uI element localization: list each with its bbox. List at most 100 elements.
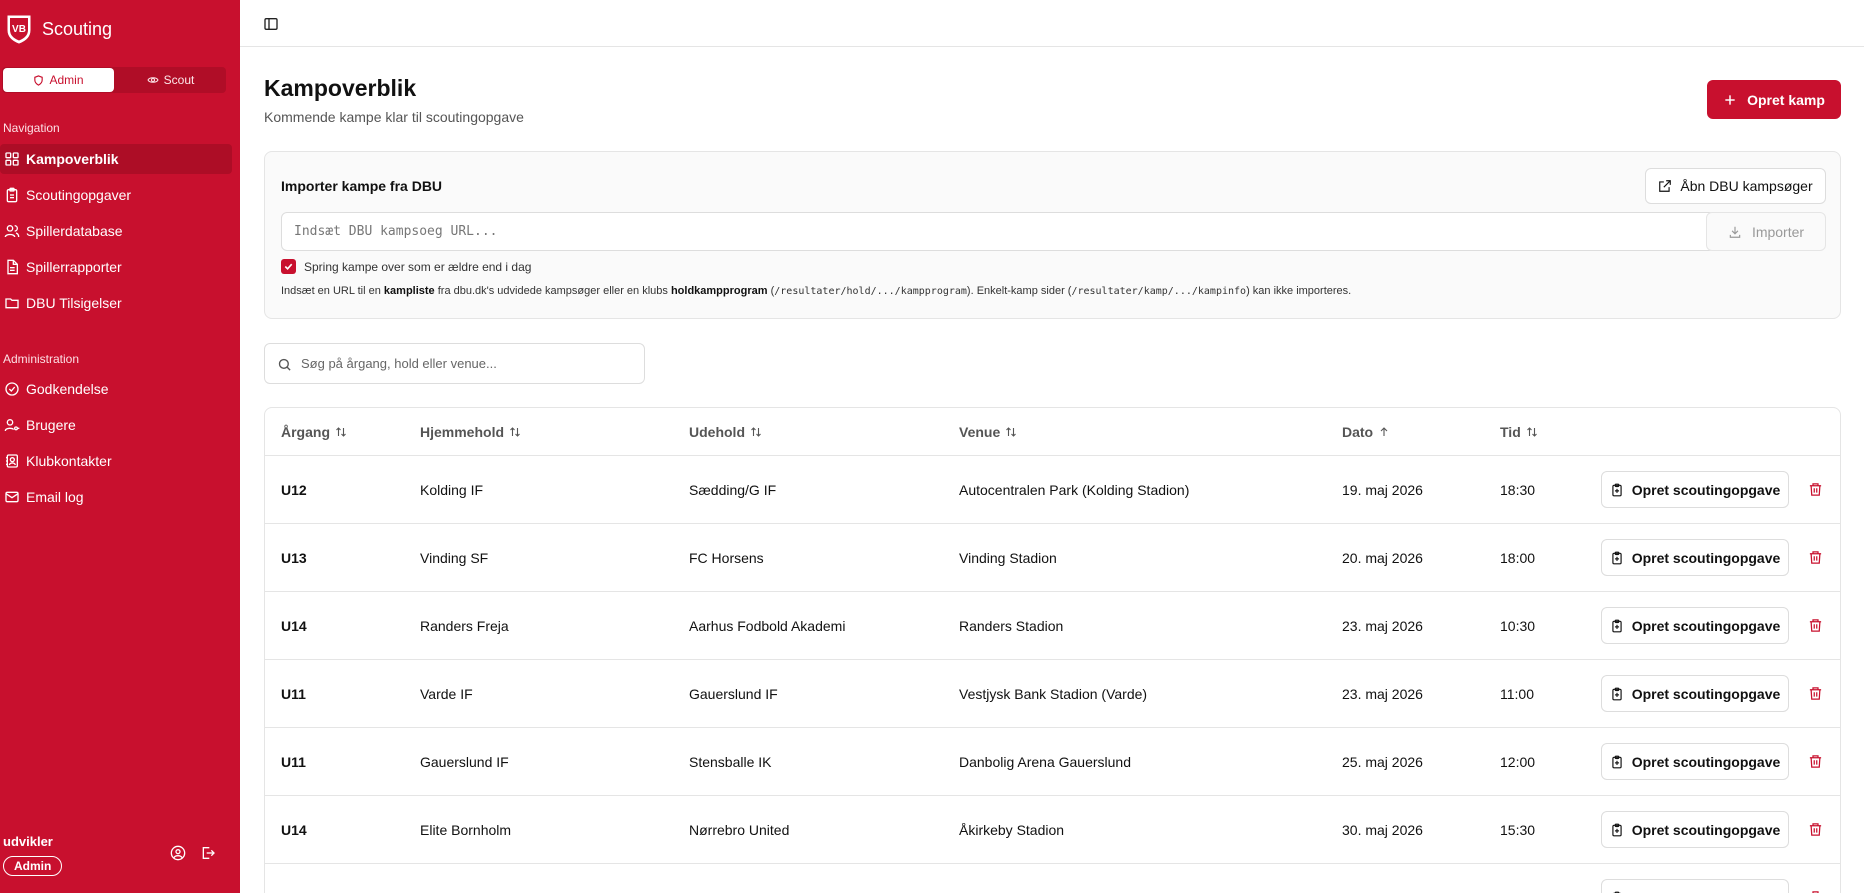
sidebar-item-dbu-tilsigelser[interactable]: DBU Tilsigelser [0, 288, 232, 318]
column-header-hjemmehold[interactable]: Hjemmehold [420, 408, 521, 455]
grid-icon [5, 152, 19, 166]
users-icon [4, 225, 20, 238]
column-header-dato[interactable]: Dato [1342, 408, 1390, 455]
create-scouting-task-button[interactable]: Opret scoutingopgave [1601, 879, 1789, 893]
help-text-part: ) kan ikke importeres. [1246, 285, 1352, 297]
table-row: U14 Randers Freja Aarhus Fodbold Akademi… [265, 591, 1840, 659]
clipboard-plus-icon [1612, 619, 1622, 632]
cell-hjemmehold: Kolding IF [420, 482, 484, 498]
column-header-label: Udehold [689, 423, 745, 440]
role-scout-label: Scout [163, 73, 195, 87]
import-button[interactable]: Importer [1706, 212, 1826, 251]
download-icon [1729, 226, 1741, 238]
skip-old-checkbox[interactable] [281, 259, 296, 274]
admin-section-label: Administration [3, 352, 80, 366]
column-header-argang[interactable]: Årgang [281, 408, 347, 455]
column-header-venue[interactable]: Venue [959, 408, 1017, 455]
help-text-code-kamp: /resultater/kamp/.../kampinfo [1071, 286, 1247, 297]
trash-icon[interactable] [1808, 822, 1823, 837]
column-header-tid[interactable]: Tid [1500, 408, 1538, 455]
cell-dato: 19. maj 2026 [1342, 482, 1423, 498]
cell-udehold: Sædding/G IF [689, 482, 777, 498]
checkmark-icon [284, 263, 293, 270]
user-name: udvikler [3, 834, 53, 849]
sort-icon [751, 426, 761, 437]
help-text-part: ). Enkelt-kamp sider ( [966, 285, 1072, 297]
cell-udehold: Stensballe IK [689, 754, 772, 770]
help-text-part: fra dbu.dk's udvidede kampsøger eller en… [434, 285, 671, 297]
cell-udehold: Nørrebro United [689, 822, 790, 838]
trash-icon[interactable] [1808, 686, 1823, 701]
mail-icon [5, 491, 19, 503]
create-scouting-task-button[interactable]: Opret scoutingopgave [1601, 675, 1789, 712]
sidebar-item-email-log[interactable]: Email log [0, 482, 232, 512]
dbu-url-input[interactable] [281, 212, 1715, 251]
open-dbu-label: Åbn DBU kampsøger [1680, 178, 1813, 194]
sidebar-item-kampoverblik[interactable]: Kampoverblik [0, 144, 232, 174]
table-row: U11 Gauerslund IF Stensballe IK Danbolig… [265, 727, 1840, 795]
sidebar-item-label: Spillerrapporter [26, 259, 122, 275]
create-scouting-task-label: Opret scoutingopgave [1631, 821, 1781, 838]
cell-udehold: Gauerslund IF [689, 686, 778, 702]
trash-icon[interactable] [1808, 618, 1823, 633]
clipboard-plus-icon [1612, 823, 1622, 836]
profile-icon[interactable] [170, 845, 186, 861]
cell-tid: 10:30 [1500, 618, 1536, 634]
role-scout-button[interactable]: Scout [115, 67, 226, 93]
column-header-label: Årgang [281, 423, 330, 440]
create-match-button[interactable]: Opret kamp [1707, 80, 1841, 119]
create-scouting-task-button[interactable]: Opret scoutingopgave [1601, 743, 1789, 780]
cell-argang: U11 [281, 686, 306, 702]
cell-argang: U14 [281, 822, 307, 838]
skip-old-option: Spring kampe over som er ældre end i dag [281, 259, 531, 274]
cell-dato: 20. maj 2026 [1342, 550, 1423, 566]
clipboard-plus-icon [1612, 755, 1622, 768]
brand[interactable]: VB Scouting [6, 14, 112, 44]
sidebar-toggle-icon[interactable] [263, 16, 279, 32]
cell-tid: 12:00 [1500, 754, 1536, 770]
matches-table: Årgang Hjemmehold Udehold Venue Dato Tid… [264, 407, 1841, 893]
column-header-udehold[interactable]: Udehold [689, 408, 762, 455]
clipboard-plus-icon [1612, 483, 1622, 496]
sidebar-item-godkendelse[interactable]: Godkendelse [0, 374, 232, 404]
import-title: Importer kampe fra DBU [281, 178, 443, 194]
cell-hjemmehold: Varde IF [420, 686, 473, 702]
sort-icon [510, 426, 520, 437]
search-input[interactable] [301, 344, 631, 383]
sidebar-item-klubkontakter[interactable]: Klubkontakter [0, 446, 232, 476]
cell-argang: U14 [281, 618, 307, 634]
create-scouting-task-label: Opret scoutingopgave [1631, 617, 1781, 634]
shield-icon [34, 74, 44, 86]
create-scouting-task-button[interactable]: Opret scoutingopgave [1601, 607, 1789, 644]
sort-icon [336, 426, 346, 437]
role-admin-button[interactable]: Admin [3, 68, 114, 92]
search-box [264, 343, 645, 384]
svg-text:VB: VB [12, 24, 26, 35]
cell-venue: Randers Stadion [959, 618, 1064, 634]
trash-icon[interactable] [1808, 754, 1823, 769]
sidebar-item-label: Spillerdatabase [26, 223, 123, 239]
sidebar-item-scoutingopgaver[interactable]: Scoutingopgaver [0, 180, 232, 210]
create-scouting-task-button[interactable]: Opret scoutingopgave [1601, 539, 1789, 576]
create-scouting-task-button[interactable]: Opret scoutingopgave [1601, 811, 1789, 848]
open-dbu-search-button[interactable]: Åbn DBU kampsøger [1645, 168, 1826, 204]
cell-venue: Vestjysk Bank Stadion (Varde) [959, 686, 1148, 702]
club-logo-icon: VB [7, 15, 31, 44]
sidebar-item-spillerdatabase[interactable]: Spillerdatabase [0, 216, 232, 246]
sort-icon [1006, 426, 1017, 437]
cell-tid: 11:00 [1500, 686, 1534, 702]
clipboard-plus-icon [1612, 551, 1622, 564]
help-text-bold-holdkampprogram: holdkampprogram [670, 285, 768, 297]
trash-icon[interactable] [1808, 482, 1823, 497]
sidebar-item-spillerrapporter[interactable]: Spillerrapporter [0, 252, 232, 282]
cell-hjemmehold: Vinding SF [420, 550, 489, 566]
table-row: U11 Varde IF Gauerslund IF Vestjysk Bank… [265, 659, 1840, 727]
folder-icon [5, 298, 19, 309]
page-subtitle: Kommende kampe klar til scoutingopgave [264, 109, 524, 125]
logout-icon[interactable] [200, 845, 216, 861]
clipboard-plus-icon [1612, 687, 1622, 700]
sidebar-item-brugere[interactable]: Brugere [0, 410, 232, 440]
trash-icon[interactable] [1808, 550, 1823, 565]
cell-tid: 18:00 [1500, 550, 1536, 566]
create-scouting-task-button[interactable]: Opret scoutingopgave [1601, 471, 1789, 508]
